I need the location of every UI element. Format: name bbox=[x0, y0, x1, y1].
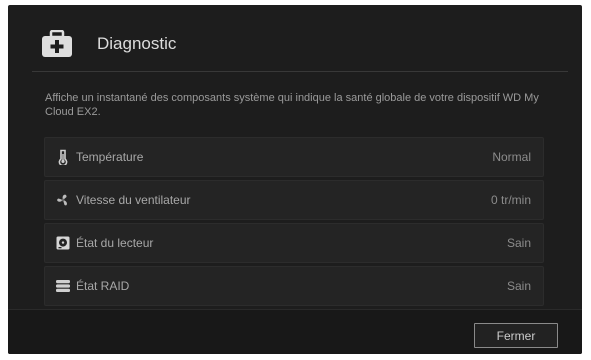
raid-status-value: Sain bbox=[506, 279, 531, 293]
first-aid-kit-icon bbox=[42, 30, 72, 57]
hard-drive-icon bbox=[56, 236, 70, 250]
status-row-temperature: Température Normal bbox=[44, 137, 544, 177]
dialog-title: Diagnostic bbox=[97, 34, 177, 53]
raid-stack-icon bbox=[56, 280, 70, 292]
fan-speed-value: 0 tr/min bbox=[490, 193, 531, 207]
status-row-drive: État du lecteur Sain bbox=[44, 223, 544, 263]
temperature-value: Normal bbox=[492, 150, 531, 164]
thermometer-icon bbox=[58, 149, 68, 165]
status-list: Température Normal Vitesse du ventilateu… bbox=[44, 137, 544, 309]
drive-status-value: Sain bbox=[506, 236, 531, 250]
drive-status-label: État du lecteur bbox=[76, 236, 154, 250]
dialog-description: Affiche un instantané des composants sys… bbox=[45, 92, 539, 118]
status-row-fan: Vitesse du ventilateur 0 tr/min bbox=[44, 180, 544, 220]
fan-speed-label: Vitesse du ventilateur bbox=[76, 193, 191, 207]
dialog-header: Diagnostic bbox=[8, 5, 582, 71]
temperature-label: Température bbox=[76, 150, 144, 164]
header-divider bbox=[32, 71, 568, 72]
close-button[interactable]: Fermer bbox=[474, 323, 558, 348]
fan-icon bbox=[57, 194, 67, 206]
raid-status-label: État RAID bbox=[76, 279, 130, 293]
status-row-raid: État RAID Sain bbox=[44, 266, 544, 306]
dialog-footer: Fermer bbox=[8, 309, 582, 354]
diagnostic-dialog: Diagnostic Affiche un instantané des com… bbox=[8, 5, 582, 354]
